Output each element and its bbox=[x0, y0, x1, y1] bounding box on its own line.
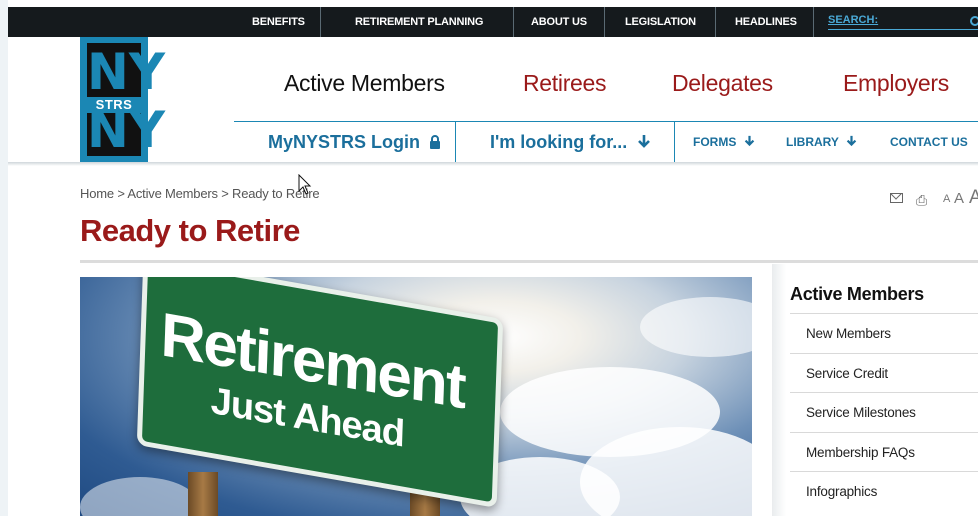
forms-dropdown[interactable]: FORMS bbox=[693, 122, 755, 162]
nystrs-logo[interactable]: NY STRS NY bbox=[80, 37, 166, 162]
divider bbox=[320, 7, 321, 37]
sidebar-title: Active Members bbox=[790, 284, 924, 304]
breadcrumb: Home > Active Members > Ready to Retire bbox=[80, 186, 320, 201]
title-divider bbox=[80, 260, 978, 263]
breadcrumb-separator: > bbox=[221, 186, 233, 201]
sidebar-list: New Members Service Credit Service Miles… bbox=[790, 313, 978, 511]
login-button[interactable]: MyNYSTRS Login bbox=[268, 122, 441, 162]
nav-retirement-planning[interactable]: RETIREMENT PLANNING bbox=[355, 7, 483, 37]
nav-legislation[interactable]: LEGISLATION bbox=[625, 7, 696, 37]
library-dropdown[interactable]: LIBRARY bbox=[786, 122, 857, 162]
hero-image: Retirement Just Ahead bbox=[80, 277, 752, 516]
sidebar-item-service-milestones[interactable]: Service Milestones bbox=[790, 392, 978, 432]
lock-icon bbox=[430, 135, 441, 149]
nav-headlines[interactable]: HEADLINES bbox=[735, 7, 797, 37]
breadcrumb-separator: > bbox=[117, 186, 128, 201]
font-size-large[interactable]: A bbox=[969, 187, 978, 209]
library-label: LIBRARY bbox=[786, 135, 839, 149]
nav-delegates[interactable]: Delegates bbox=[672, 70, 773, 97]
login-label: MyNYSTRS Login bbox=[268, 132, 420, 152]
sidebar-item-membership-faqs[interactable]: Membership FAQs bbox=[790, 431, 978, 472]
logo-text-bottom: NY bbox=[87, 101, 166, 159]
nav-about-us[interactable]: ABOUT US bbox=[531, 7, 587, 37]
sidebar-item-service-credit[interactable]: Service Credit bbox=[790, 352, 978, 393]
forms-label: FORMS bbox=[693, 135, 737, 149]
print-icon[interactable]: ⎙ bbox=[916, 192, 927, 209]
sidebar: Active Members New Members Service Credi… bbox=[772, 264, 978, 516]
sidebar-item-new-members[interactable]: New Members bbox=[790, 313, 978, 353]
cloud bbox=[640, 297, 752, 357]
utility-bar: BENEFITS RETIREMENT PLANNING ABOUT US LE… bbox=[8, 7, 978, 37]
font-size-small[interactable]: A bbox=[943, 193, 950, 205]
divider bbox=[715, 7, 716, 37]
looking-for-label: I'm looking for... bbox=[490, 132, 628, 152]
arrow-down-icon bbox=[744, 135, 754, 147]
breadcrumb-active-members[interactable]: Active Members bbox=[127, 186, 218, 201]
divider bbox=[513, 7, 514, 37]
mouse-cursor-icon bbox=[298, 174, 312, 195]
breadcrumb-home[interactable]: Home bbox=[80, 186, 114, 201]
sidebar-item-infographics[interactable]: Infographics bbox=[790, 471, 978, 511]
logo-text-top: NY bbox=[87, 43, 166, 101]
nav-retirees[interactable]: Retirees bbox=[523, 70, 607, 97]
divider bbox=[674, 122, 675, 162]
header-shadow bbox=[8, 162, 978, 166]
page: BENEFITS RETIREMENT PLANNING ABOUT US LE… bbox=[8, 0, 978, 516]
divider bbox=[455, 122, 456, 162]
logo-mark: NY STRS NY bbox=[80, 43, 166, 159]
nav-active-members[interactable]: Active Members bbox=[284, 70, 445, 97]
font-size-medium[interactable]: A bbox=[954, 190, 964, 207]
cloud bbox=[80, 477, 200, 516]
search-label: SEARCH: bbox=[828, 14, 879, 26]
arrow-down-icon bbox=[638, 135, 651, 148]
search-input[interactable] bbox=[828, 29, 978, 30]
divider bbox=[604, 7, 605, 37]
nav-benefits[interactable]: BENEFITS bbox=[252, 7, 305, 37]
contact-us-link[interactable]: CONTACT US bbox=[890, 122, 968, 162]
email-icon[interactable] bbox=[890, 193, 903, 203]
arrow-down-icon bbox=[846, 135, 857, 147]
search-icon[interactable] bbox=[970, 16, 978, 26]
looking-for-dropdown[interactable]: I'm looking for... bbox=[490, 122, 651, 162]
page-title: Ready to Retire bbox=[80, 213, 300, 248]
nav-employers[interactable]: Employers bbox=[843, 70, 949, 97]
sign-post bbox=[188, 472, 218, 516]
divider bbox=[813, 7, 814, 37]
